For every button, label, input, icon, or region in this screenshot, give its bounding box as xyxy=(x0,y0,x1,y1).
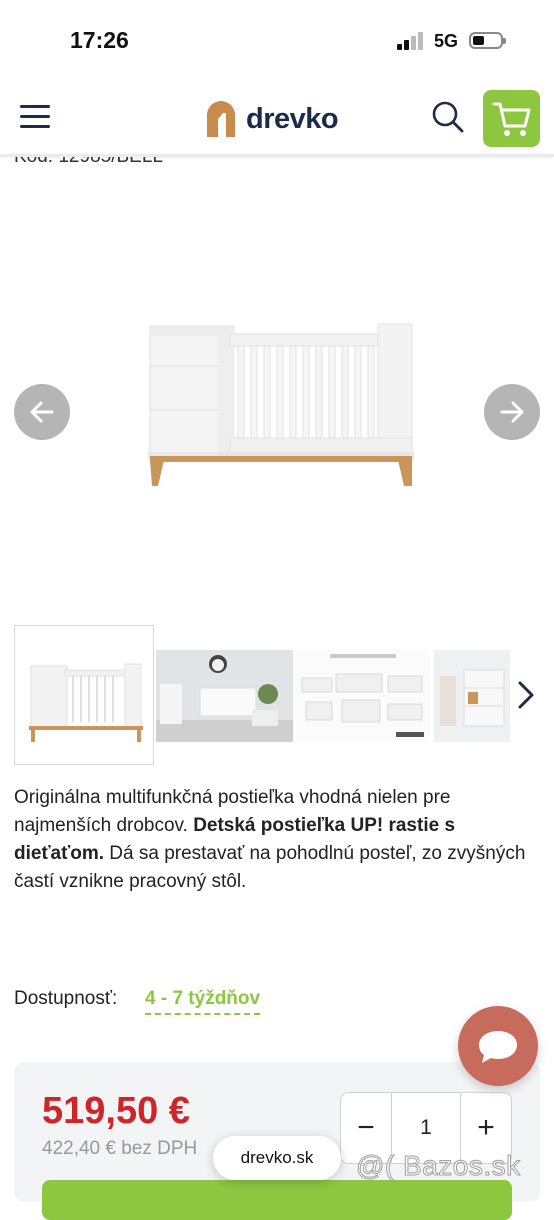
add-to-cart-button[interactable] xyxy=(42,1180,512,1220)
availability-label: Dostupnosť: xyxy=(14,988,118,1009)
product-image[interactable] xyxy=(0,170,554,610)
chevron-right-icon xyxy=(518,681,534,709)
product-description: Originálna multifunkčná postieľka vhodná… xyxy=(14,784,534,896)
thumbnails-next-button[interactable] xyxy=(512,675,540,715)
site-header: drevko xyxy=(0,80,554,157)
chat-button[interactable] xyxy=(458,1006,538,1086)
availability: Dostupnosť: 4 - 7 týždňov xyxy=(14,988,261,1015)
watermark: @( Bazos.sk xyxy=(356,1150,521,1182)
search-icon xyxy=(432,101,464,133)
thumbnail-crib-image xyxy=(29,663,143,742)
status-bar: 17:26 5G xyxy=(0,0,554,80)
thumbnail-1[interactable] xyxy=(14,625,154,765)
status-time: 17:26 xyxy=(70,27,129,53)
thumbnail-variants-image xyxy=(296,650,430,742)
thumbnail-strip xyxy=(0,625,554,765)
battery-icon xyxy=(469,32,506,49)
thumbnail-3[interactable] xyxy=(296,650,430,742)
price-without-vat: 422,40 € bez DPH xyxy=(42,1138,198,1159)
brand-name: drevko xyxy=(246,102,339,135)
thumbnail-2[interactable] xyxy=(156,650,293,742)
prev-image-button[interactable] xyxy=(14,384,70,440)
thumbnail-shelf-image xyxy=(434,650,510,742)
price: 519,50 € xyxy=(42,1090,190,1132)
menu-button[interactable] xyxy=(20,105,50,129)
brand-logo[interactable]: drevko xyxy=(207,99,339,139)
thumbnail-room-image xyxy=(156,650,293,742)
cart-icon xyxy=(492,102,531,136)
thumbnail-4[interactable] xyxy=(434,650,510,742)
browser-url-pill[interactable]: drevko.sk xyxy=(213,1136,341,1180)
network-label: 5G xyxy=(434,31,459,51)
next-image-button[interactable] xyxy=(484,384,540,440)
chat-icon xyxy=(479,1031,517,1063)
arrow-right-icon xyxy=(500,401,524,423)
cart-button[interactable] xyxy=(483,90,540,147)
availability-value[interactable]: 4 - 7 týždňov xyxy=(145,988,261,1015)
crib-image xyxy=(148,323,414,486)
search-button[interactable] xyxy=(431,100,465,134)
arrow-left-icon xyxy=(30,401,54,423)
logo-mark-icon xyxy=(207,101,241,137)
signal-icon xyxy=(397,32,425,50)
